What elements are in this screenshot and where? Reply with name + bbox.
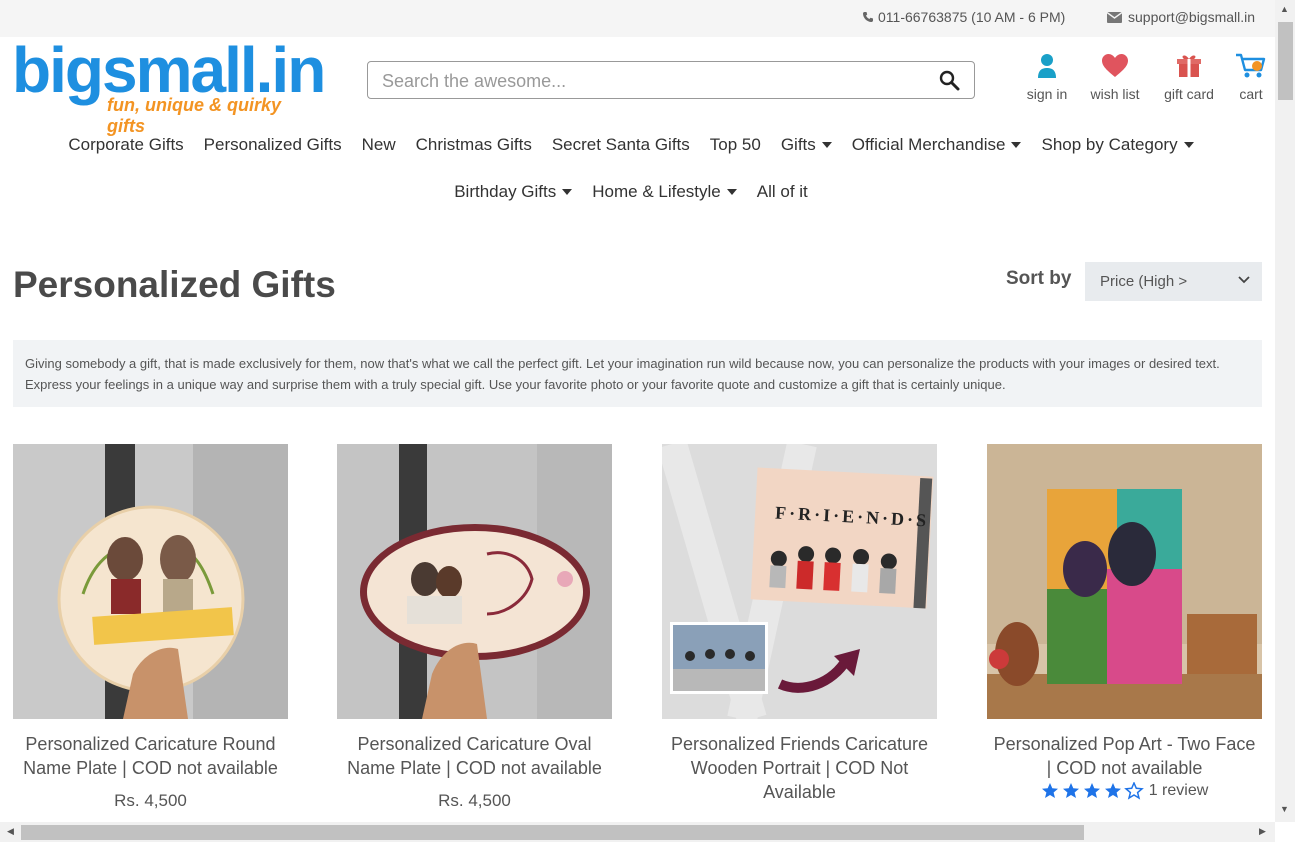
gift-card-button[interactable]: gift card bbox=[1159, 52, 1219, 102]
sign-in-label: sign in bbox=[1026, 86, 1068, 102]
user-icon bbox=[1038, 54, 1056, 78]
chevron-down-icon bbox=[1238, 276, 1250, 284]
nav-label: Christmas Gifts bbox=[415, 135, 532, 154]
product-name[interactable]: Personalized Pop Art - Two Face | COD no… bbox=[987, 732, 1262, 780]
nav-official-merchandise-dropdown[interactable]: Official Merchandise bbox=[852, 135, 1022, 155]
product-card[interactable]: Personalized Caricature Oval Name Plate … bbox=[337, 444, 612, 811]
product-price: Rs. 4,500 bbox=[114, 791, 187, 810]
horizontal-scroll-thumb[interactable] bbox=[21, 825, 1084, 840]
product-rating[interactable]: 1 review bbox=[987, 782, 1262, 800]
product-name[interactable]: Personalized Caricature Round Name Plate… bbox=[13, 732, 288, 780]
product-name[interactable]: Personalized Caricature Oval Name Plate … bbox=[337, 732, 612, 780]
nav-home-lifestyle-dropdown[interactable]: Home & Lifestyle bbox=[592, 182, 737, 202]
nav-shop-by-category-dropdown[interactable]: Shop by Category bbox=[1041, 135, 1194, 155]
review-count[interactable]: 1 review bbox=[1149, 782, 1209, 800]
nav-label: Corporate Gifts bbox=[68, 135, 184, 154]
nav-personalized-gifts[interactable]: Personalized Gifts bbox=[204, 135, 342, 155]
nav-label: Birthday Gifts bbox=[454, 182, 557, 201]
cart-button[interactable]: cart bbox=[1233, 52, 1269, 102]
envelope-icon bbox=[1107, 11, 1122, 23]
product-price: Rs. 4,500 bbox=[438, 791, 511, 810]
phone-text: 011-66763875 (10 AM - 6 PM) bbox=[878, 9, 1066, 25]
cart-label: cart bbox=[1239, 86, 1263, 102]
product-name[interactable]: Personalized Friends Caricature Wooden P… bbox=[662, 732, 937, 804]
caret-down-icon bbox=[821, 142, 832, 148]
top-info-bar: 011-66763875 (10 AM - 6 PM) support@bigs… bbox=[0, 0, 1275, 37]
logo-wordmark: bigsmall.in bbox=[12, 34, 326, 106]
nav-label: Top 50 bbox=[709, 135, 761, 154]
nav-label: Personalized Gifts bbox=[203, 135, 342, 154]
vertical-scroll-thumb[interactable] bbox=[1278, 22, 1293, 100]
cart-icon bbox=[1236, 53, 1266, 78]
nav-label: All of it bbox=[756, 182, 808, 201]
star-rating-icon bbox=[1041, 782, 1144, 800]
product-image[interactable] bbox=[337, 444, 612, 719]
scroll-down-icon[interactable]: ▼ bbox=[1280, 804, 1289, 814]
product-card[interactable]: F·R·I·E·N·D·S Personalized Friends Caric… bbox=[662, 444, 937, 804]
nav-gifts-dropdown[interactable]: Gifts bbox=[781, 135, 832, 155]
wish-list-button[interactable]: wish list bbox=[1086, 52, 1144, 102]
gift-card-label: gift card bbox=[1164, 86, 1214, 102]
nav-birthday-gifts-dropdown[interactable]: Birthday Gifts bbox=[454, 182, 573, 202]
nav-label: Home & Lifestyle bbox=[592, 182, 721, 201]
scroll-left-icon[interactable]: ◀ bbox=[7, 826, 14, 837]
nav-all-of-it[interactable]: All of it bbox=[757, 182, 808, 202]
phone-icon bbox=[863, 12, 873, 22]
scroll-right-icon[interactable]: ▶ bbox=[1259, 826, 1266, 837]
nav-christmas-gifts[interactable]: Christmas Gifts bbox=[416, 135, 532, 155]
search-bar bbox=[367, 61, 975, 99]
gift-icon bbox=[1177, 55, 1201, 77]
phone-contact[interactable]: 011-66763875 (10 AM - 6 PM) bbox=[862, 9, 1065, 25]
main-nav-row-2: Birthday Gifts Home & Lifestyle All of i… bbox=[0, 182, 1262, 202]
caret-down-icon bbox=[562, 189, 573, 195]
nav-label: Gifts bbox=[780, 135, 816, 154]
logo-tagline: fun, unique & quirky gifts bbox=[107, 95, 281, 136]
site-logo[interactable]: bigsmall.in fun, unique & quirky gifts bbox=[12, 34, 326, 136]
main-nav-row-1: Corporate Gifts Personalized Gifts New C… bbox=[0, 135, 1262, 155]
product-image[interactable] bbox=[13, 444, 288, 719]
nav-secret-santa-gifts[interactable]: Secret Santa Gifts bbox=[552, 135, 690, 155]
category-description: Giving somebody a gift, that is made exc… bbox=[13, 340, 1262, 407]
scroll-up-icon[interactable]: ▲ bbox=[1280, 4, 1289, 14]
caret-down-icon bbox=[726, 189, 737, 195]
nav-corporate-gifts[interactable]: Corporate Gifts bbox=[68, 135, 183, 155]
product-card[interactable]: Personalized Pop Art - Two Face | COD no… bbox=[987, 444, 1262, 800]
sort-select[interactable]: Price (High > bbox=[1085, 262, 1262, 301]
product-image[interactable]: F·R·I·E·N·D·S bbox=[662, 444, 937, 719]
sort-selected-value: Price (High > bbox=[1100, 273, 1188, 290]
nav-label: Secret Santa Gifts bbox=[551, 135, 690, 154]
heart-icon bbox=[1102, 54, 1128, 77]
nav-top-50[interactable]: Top 50 bbox=[710, 135, 761, 155]
nav-label: Official Merchandise bbox=[851, 135, 1006, 154]
wish-list-label: wish list bbox=[1090, 86, 1140, 102]
nav-label: Shop by Category bbox=[1041, 135, 1178, 154]
email-text: support@bigsmall.in bbox=[1128, 9, 1256, 25]
nav-label: New bbox=[361, 135, 396, 154]
product-image[interactable] bbox=[987, 444, 1262, 719]
caret-down-icon bbox=[1011, 142, 1022, 148]
sign-in-button[interactable]: sign in bbox=[1024, 52, 1070, 102]
search-input[interactable] bbox=[380, 68, 924, 94]
page-title: Personalized Gifts bbox=[13, 264, 336, 305]
vertical-scrollbar[interactable]: ▲ ▼ bbox=[1275, 0, 1295, 822]
email-contact[interactable]: support@bigsmall.in bbox=[1107, 9, 1255, 25]
nav-new[interactable]: New bbox=[362, 135, 396, 155]
product-card[interactable]: Personalized Caricature Round Name Plate… bbox=[13, 444, 288, 811]
sort-label: Sort by bbox=[1006, 268, 1072, 289]
caret-down-icon bbox=[1183, 142, 1194, 148]
search-icon[interactable] bbox=[938, 69, 960, 91]
horizontal-scrollbar[interactable]: ◀ ▶ bbox=[0, 822, 1275, 842]
